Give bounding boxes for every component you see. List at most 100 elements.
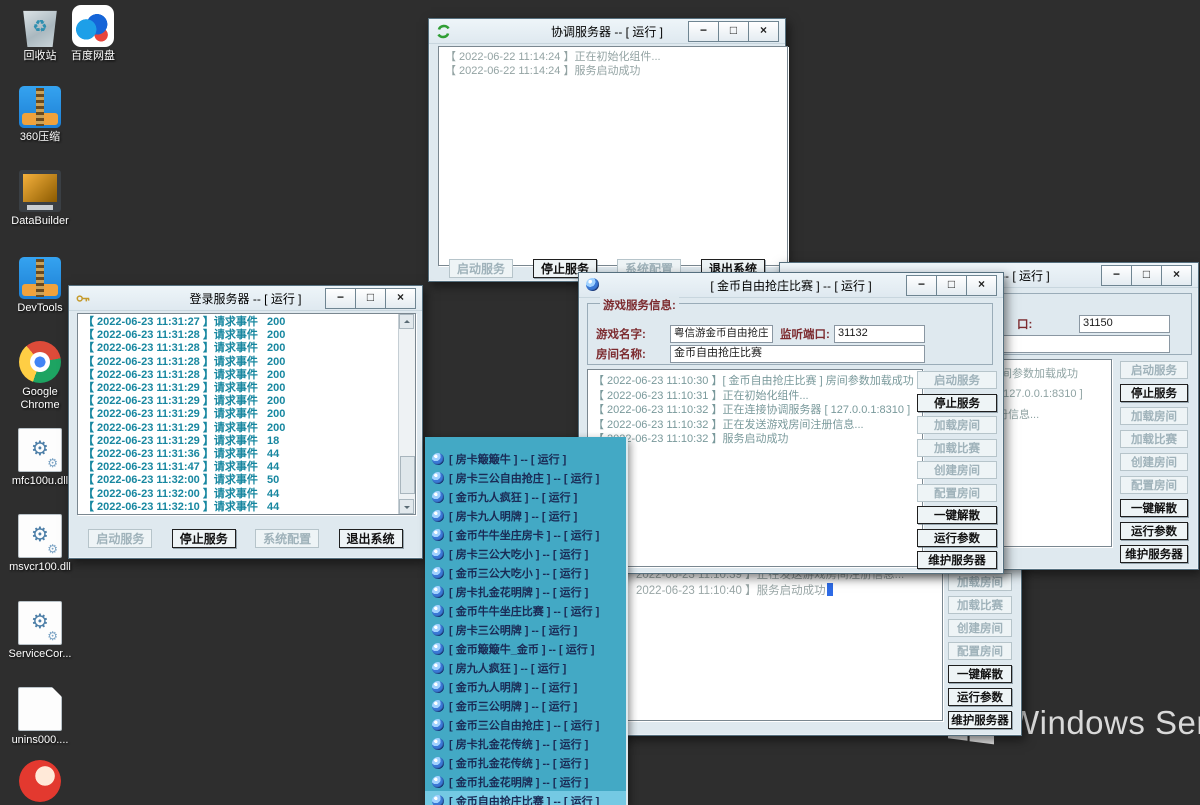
listen-port-field[interactable]: 31132: [834, 325, 925, 343]
cascade-window-titlebar[interactable]: [ 金币牛牛坐庄比赛 ] -- [ 运行 ]: [425, 601, 626, 620]
cascade-window-titlebar[interactable]: [ 金币扎金花传统 ] -- [ 运行 ]: [425, 753, 626, 772]
cascade-window-titlebar[interactable]: [ 金币九人明牌 ] -- [ 运行 ]: [425, 677, 626, 696]
maximize-button[interactable]: □: [718, 21, 749, 42]
cascade-window-titlebar[interactable]: [ 房九人疯狂 ] -- [ 运行 ]: [425, 658, 626, 677]
desktop-icon[interactable]: Google Chrome: [2, 341, 78, 412]
log-line: [ 127.0.0.1:8310 ]: [997, 388, 1083, 400]
cascade-window-title: [ 金币扎金花明牌 ] -- [ 运行 ]: [449, 774, 588, 790]
game-window-icon: [432, 491, 444, 503]
side-button[interactable]: 加载房间: [1120, 407, 1188, 425]
side-button[interactable]: 维护服务器: [948, 711, 1012, 729]
side-button[interactable]: 加载比赛: [1120, 430, 1188, 448]
text-cursor: [827, 583, 833, 596]
desktop-icon[interactable]: 百度网盘: [55, 5, 131, 63]
desktop-icon[interactable]: [2, 760, 78, 805]
side-button[interactable]: 运行参数: [1120, 522, 1188, 540]
side-button[interactable]: 加载比赛: [948, 596, 1012, 614]
cascade-window-titlebar[interactable]: [ 金币九人疯狂 ] -- [ 运行 ]: [425, 487, 626, 506]
cascade-window-titlebar[interactable]: [ 房卡三公明牌 ] -- [ 运行 ]: [425, 620, 626, 639]
cascade-window-titlebar[interactable]: [ 房卡三公大吃小 ] -- [ 运行 ]: [425, 544, 626, 563]
coordination-titlebar[interactable]: 协调服务器 -- [ 运行 ] − □ ×: [429, 19, 785, 44]
scroll-up-icon[interactable]: [399, 314, 414, 329]
desktop-icon-label: msvcr100.dll: [2, 561, 78, 574]
side-button[interactable]: 维护服务器: [917, 551, 997, 569]
service-button[interactable]: 退出系统: [339, 529, 403, 548]
minimize-button[interactable]: −: [688, 21, 719, 42]
desktop-icon-label: DataBuilder: [2, 215, 78, 228]
desktop-icon[interactable]: DataBuilder: [2, 170, 78, 228]
log-line: 【 2022-06-22 11:14:24 】服务启动成功: [445, 65, 781, 79]
side-button[interactable]: 配置房间: [1120, 476, 1188, 494]
cascade-window-titlebar[interactable]: [ 房卡三公自由抢庄 ] -- [ 运行 ]: [425, 468, 626, 487]
close-button[interactable]: ×: [966, 275, 997, 296]
room-name-field[interactable]: 金币自由抢庄比赛: [670, 345, 925, 363]
side-button[interactable]: 加载比赛: [917, 439, 997, 457]
side-button[interactable]: 一键解散: [1120, 499, 1188, 517]
close-button[interactable]: ×: [748, 21, 779, 42]
desktop-icon[interactable]: 360压缩: [2, 86, 78, 144]
cascade-window-title: [ 金币三公自由抢庄 ] -- [ 运行 ]: [449, 717, 599, 733]
side-button[interactable]: 一键解散: [917, 506, 997, 524]
minimize-button[interactable]: −: [1101, 265, 1132, 286]
log-area: 【 2022-06-23 11:31:27 】请求事件 200【 2022-06…: [77, 313, 416, 515]
close-button[interactable]: ×: [1161, 265, 1192, 286]
cascade-window-titlebar[interactable]: [ 金币三公自由抢庄 ] -- [ 运行 ]: [425, 715, 626, 734]
log-line: 【 2022-06-23 11:32:00 】请求事件 44: [83, 488, 393, 501]
side-button[interactable]: 加载房间: [917, 416, 997, 434]
minimize-button[interactable]: −: [906, 275, 937, 296]
side-button[interactable]: 创建房间: [948, 619, 1012, 637]
scroll-thumb[interactable]: [400, 456, 415, 494]
cascade-window-titlebar[interactable]: [ 金币牛牛坐庄房卡 ] -- [ 运行 ]: [425, 525, 626, 544]
desktop-icon[interactable]: DevTools: [2, 257, 78, 315]
side-button[interactable]: 启动服务: [917, 371, 997, 389]
log-line: 间参数加载成功: [1001, 365, 1078, 381]
desktop-icon[interactable]: ServiceCor...: [2, 601, 78, 661]
desktop-icon[interactable]: mfc100u.dll: [2, 428, 78, 488]
desktop-icon[interactable]: msvcr100.dll: [2, 514, 78, 574]
maximize-button[interactable]: □: [1131, 265, 1162, 286]
side-button[interactable]: 运行参数: [948, 688, 1012, 706]
scroll-down-icon[interactable]: [399, 499, 414, 514]
side-button[interactable]: 配置房间: [917, 484, 997, 502]
main-game-window: [ 金币自由抢庄比赛 ] -- [ 运行 ] − □ × 游戏服务信息: 游戏名…: [578, 272, 1004, 574]
log-line: 2022-06-23 11:10:40 】服务启动成功: [636, 582, 833, 598]
cascade-window-titlebar[interactable]: [ 房卡扎金花传统 ] -- [ 运行 ]: [425, 734, 626, 753]
log-line: 【 2022-06-23 11:10:31 】正在初始化组件...: [593, 389, 917, 404]
side-button[interactable]: 创建房间: [917, 461, 997, 479]
cascade-window-title: [ 房卡三公大吃小 ] -- [ 运行 ]: [449, 546, 588, 562]
login-titlebar[interactable]: 登录服务器 -- [ 运行 ] − □ ×: [69, 286, 422, 311]
cascade-window-titlebar[interactable]: [ 金币扎金花明牌 ] -- [ 运行 ]: [425, 772, 626, 791]
close-button[interactable]: ×: [385, 288, 416, 309]
service-button[interactable]: 系统配置: [255, 529, 319, 548]
side-button[interactable]: 创建房间: [1120, 453, 1188, 471]
main-titlebar[interactable]: [ 金币自由抢庄比赛 ] -- [ 运行 ] − □ ×: [579, 273, 1003, 298]
side-button[interactable]: 停止服务: [917, 394, 997, 412]
minimize-button[interactable]: −: [325, 288, 356, 309]
game-window-icon: [432, 529, 444, 541]
cascade-window-titlebar[interactable]: [ 金币三公明牌 ] -- [ 运行 ]: [425, 696, 626, 715]
side-button[interactable]: 加载房间: [948, 573, 1012, 591]
log-line: 【 2022-06-23 11:10:32 】正在连接协调服务器 [ 127.0…: [593, 403, 917, 418]
cascade-window-titlebar[interactable]: [ 房卡九人明牌 ] -- [ 运行 ]: [425, 506, 626, 525]
maximize-button[interactable]: □: [355, 288, 386, 309]
listen-port-field[interactable]: 31150: [1079, 315, 1170, 333]
log-line-text: 2022-06-23 11:10:40 】服务启动成功: [636, 585, 826, 597]
desktop-icon[interactable]: unins000....: [2, 687, 78, 747]
cascade-window-titlebar[interactable]: [ 房卡簸簸牛 ] -- [ 运行 ]: [425, 449, 626, 468]
service-button[interactable]: 启动服务: [88, 529, 152, 548]
side-button[interactable]: 运行参数: [917, 529, 997, 547]
vertical-scrollbar[interactable]: [398, 314, 415, 514]
cascade-window-titlebar[interactable]: [ 金币三公大吃小 ] -- [ 运行 ]: [425, 563, 626, 582]
side-button[interactable]: 停止服务: [1120, 384, 1188, 402]
side-button[interactable]: 配置房间: [948, 642, 1012, 660]
maximize-button[interactable]: □: [936, 275, 967, 296]
side-button[interactable]: 维护服务器: [1120, 545, 1188, 563]
side-button[interactable]: 启动服务: [1120, 361, 1188, 379]
service-button[interactable]: 停止服务: [172, 529, 236, 548]
game-name-field[interactable]: 粤信游金币自由抢庄: [670, 325, 773, 343]
cascade-window-titlebar[interactable]: [ 金币自由抢庄比赛 ] -- [ 运行 ]: [425, 791, 626, 805]
cascade-window-titlebar[interactable]: [ 房卡扎金花明牌 ] -- [ 运行 ]: [425, 582, 626, 601]
cascade-window-titlebar[interactable]: [ 金币簸簸牛_金币 ] -- [ 运行 ]: [425, 639, 626, 658]
side-button[interactable]: 一键解散: [948, 665, 1012, 683]
service-button[interactable]: 启动服务: [449, 259, 513, 278]
